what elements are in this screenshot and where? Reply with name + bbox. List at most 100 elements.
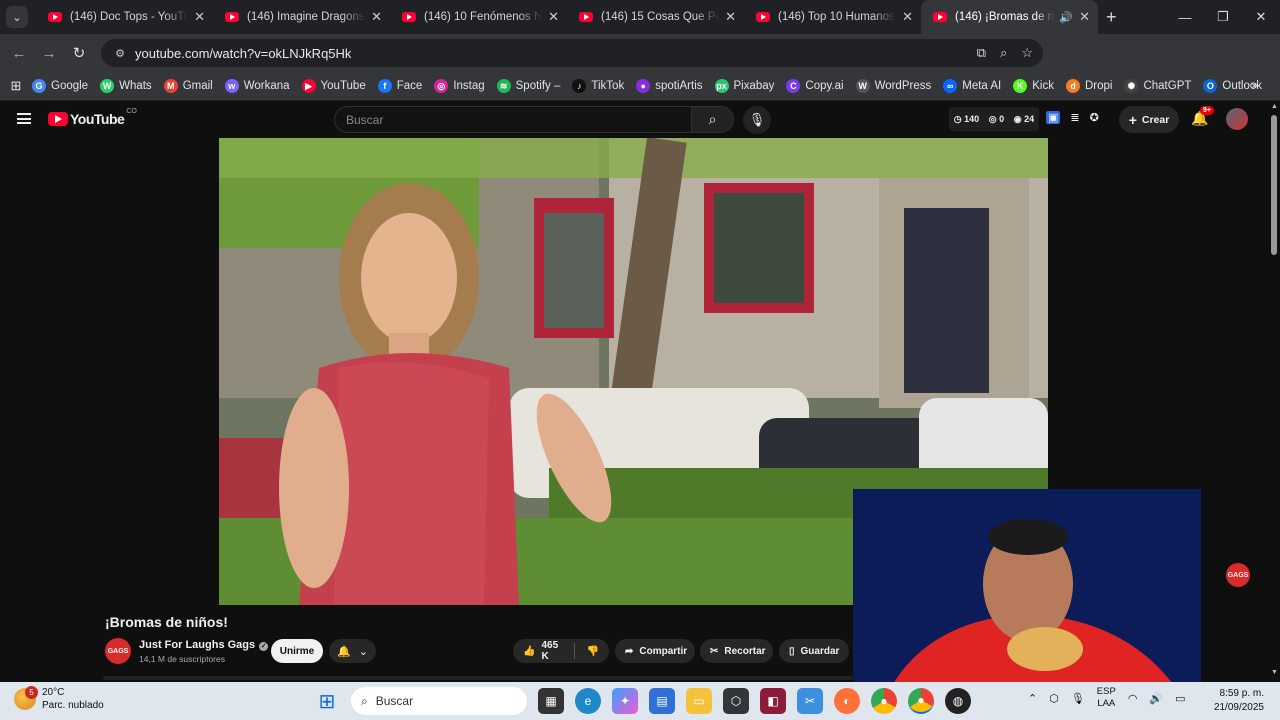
- close-tab-icon[interactable]: ✕: [194, 9, 205, 25]
- clip-button[interactable]: ✂ Recortar: [700, 639, 773, 663]
- scroll-thumb[interactable]: [1271, 115, 1277, 255]
- windows-start-icon[interactable]: ⊞: [314, 688, 340, 714]
- close-tab-icon[interactable]: ✕: [371, 9, 382, 25]
- file-explorer-icon[interactable]: ▭: [686, 688, 712, 714]
- zoom-icon[interactable]: ⌕: [1000, 45, 1007, 61]
- apps-grid-icon[interactable]: ⊞: [0, 78, 32, 94]
- browser-tab[interactable]: (146) Imagine Dragons - Th ✕: [213, 0, 390, 34]
- channel-name-text[interactable]: Just For Laughs Gags: [139, 639, 255, 651]
- channel-watermark[interactable]: GAGS: [1226, 563, 1250, 587]
- bookmark-item[interactable]: ≋ Spotify –: [496, 79, 560, 93]
- reload-icon[interactable]: ↻: [64, 44, 94, 62]
- firefox-icon[interactable]: ◐: [834, 688, 860, 714]
- capcut-icon[interactable]: ◧: [760, 688, 786, 714]
- dislike-button[interactable]: 👎: [587, 646, 599, 657]
- bookmark-item[interactable]: ▶ YouTube: [301, 79, 366, 93]
- edge-icon[interactable]: e: [575, 688, 601, 714]
- page-scrollbar[interactable]: ▲ ▼: [1268, 101, 1280, 682]
- bookmark-item[interactable]: M Gmail: [163, 79, 213, 93]
- language-indicator[interactable]: ESP LAA: [1097, 686, 1116, 710]
- more-bookmarks-icon[interactable]: »: [1251, 78, 1258, 92]
- voice-search-button[interactable]: 🎙: [743, 106, 771, 134]
- bookmark-item[interactable]: w Workana: [224, 79, 290, 93]
- like-button[interactable]: 👍 465 K: [523, 640, 562, 662]
- clock[interactable]: 8:59 p. m. 21/09/2025: [1214, 687, 1264, 715]
- search-input[interactable]: Buscar: [334, 106, 692, 133]
- bookmark-item[interactable]: W Whats: [100, 79, 152, 93]
- snipping-tool-icon[interactable]: ✂: [797, 688, 823, 714]
- browser-tab[interactable]: (146) Doc Tops - YouTube ✕: [36, 0, 213, 34]
- bookmark-label: spotiArtis: [655, 80, 703, 92]
- channel-avatar[interactable]: GAGS: [105, 638, 131, 664]
- weather-widget[interactable]: 5 20°C Parc. nublado: [14, 686, 104, 712]
- join-button[interactable]: Unirme: [271, 639, 323, 663]
- bookmark-item[interactable]: ∞ Meta AI: [943, 79, 1001, 93]
- task-view-icon[interactable]: ▦: [538, 688, 564, 714]
- back-icon[interactable]: ←: [4, 45, 34, 62]
- bookmark-item[interactable]: C Copy.ai: [786, 79, 844, 93]
- save-button[interactable]: ▯ Guardar: [779, 639, 849, 663]
- create-button[interactable]: + Crear: [1119, 106, 1179, 133]
- taskbar-search[interactable]: ⌕ Buscar: [351, 687, 527, 715]
- bookmark-item[interactable]: ◎ Instag: [434, 79, 485, 93]
- new-tab-button[interactable]: +: [1106, 7, 1117, 28]
- save-label: Guardar: [800, 645, 840, 657]
- forward-icon[interactable]: →: [34, 45, 64, 62]
- browser-tab[interactable]: (146) 15 Cosas Que Pensab ✕: [567, 0, 744, 34]
- close-tab-icon[interactable]: ✕: [548, 9, 559, 25]
- restore-icon[interactable]: ❐: [1204, 0, 1242, 34]
- microphone-icon: 🎙: [748, 112, 766, 127]
- store-icon[interactable]: ▤: [649, 688, 675, 714]
- chrome-profile-icon[interactable]: ●: [908, 688, 934, 714]
- audio-playing-icon[interactable]: 🔊: [1059, 11, 1073, 24]
- chrome-icon[interactable]: ●: [871, 688, 897, 714]
- bookmark-star-icon[interactable]: ☆: [1021, 45, 1033, 61]
- scroll-up-icon[interactable]: ▲: [1271, 103, 1278, 110]
- bookmark-item[interactable]: ● spotiArtis: [636, 79, 703, 93]
- install-app-icon[interactable]: ⧉: [977, 45, 986, 61]
- site-info-icon[interactable]: ⚙: [109, 47, 131, 60]
- show-hidden-icons[interactable]: ⌃: [1028, 692, 1037, 705]
- likes-stat: ◎ 0: [988, 113, 1005, 124]
- bookmark-item[interactable]: K Kick: [1013, 79, 1054, 93]
- bookmark-item[interactable]: G Google: [32, 79, 88, 93]
- youtube-logo[interactable]: YouTube CO: [48, 108, 137, 127]
- address-bar[interactable]: ⚙ youtube.com/watch?v=okLNJkRq5Hk ⧉ ⌕ ☆: [101, 39, 1043, 67]
- bookmark-item[interactable]: px Pixabay: [714, 79, 774, 93]
- minimize-icon[interactable]: —: [1166, 0, 1204, 34]
- bookmark-item[interactable]: d Dropi: [1065, 79, 1112, 93]
- tray-app-icon[interactable]: ⬡: [1049, 692, 1059, 705]
- bookmark-item[interactable]: ✺ ChatGPT: [1124, 79, 1191, 93]
- subscription-notifications-button[interactable]: 🔔 ⌄: [329, 639, 376, 663]
- scissors-icon: ✂: [710, 645, 719, 657]
- tab-search-button[interactable]: ⌄: [6, 6, 28, 28]
- bookmark-item[interactable]: f Face: [377, 79, 422, 93]
- bookmark-item[interactable]: ♪ TikTok: [572, 79, 624, 93]
- close-tab-icon[interactable]: ✕: [1079, 9, 1090, 25]
- app-hexagon-icon[interactable]: ⬡: [723, 688, 749, 714]
- wifi-icon[interactable]: ◠: [1128, 692, 1138, 705]
- battery-icon[interactable]: ▭: [1175, 692, 1185, 705]
- bookmark-item[interactable]: W WordPress: [855, 79, 931, 93]
- browser-tab[interactable]: (146) ¡Bromas de niños🔊 ✕: [921, 0, 1098, 34]
- url-text[interactable]: youtube.com/watch?v=okLNJkRq5Hk: [135, 46, 351, 61]
- microphone-tray-icon[interactable]: 🎙: [1071, 692, 1085, 705]
- close-window-icon[interactable]: ✕: [1242, 0, 1280, 34]
- browser-tab[interactable]: (146) Top 10 Humanos Con ✕: [744, 0, 921, 34]
- account-avatar[interactable]: [1226, 108, 1248, 130]
- extension-box-icon[interactable]: ▣: [1046, 111, 1061, 124]
- browser-tab[interactable]: (146) 10 Fenómenos Natur ✕: [390, 0, 567, 34]
- queue-icon[interactable]: ≣: [1070, 111, 1079, 124]
- copilot-icon[interactable]: ✦: [612, 688, 638, 714]
- guide-menu-icon[interactable]: [17, 113, 31, 124]
- scroll-down-icon[interactable]: ▼: [1271, 669, 1278, 676]
- search-button[interactable]: ⌕: [691, 106, 734, 133]
- close-tab-icon[interactable]: ✕: [725, 9, 736, 25]
- share-button[interactable]: ➦ Compartir: [615, 639, 695, 663]
- close-tab-icon[interactable]: ✕: [902, 9, 913, 25]
- channel-name[interactable]: Just For Laughs Gags ✓: [139, 639, 269, 651]
- volume-icon[interactable]: 🔊: [1149, 692, 1163, 705]
- obs-icon[interactable]: ◍: [945, 688, 971, 714]
- award-icon[interactable]: ✪: [1090, 111, 1099, 124]
- bell-icon: 🔔: [337, 645, 351, 658]
